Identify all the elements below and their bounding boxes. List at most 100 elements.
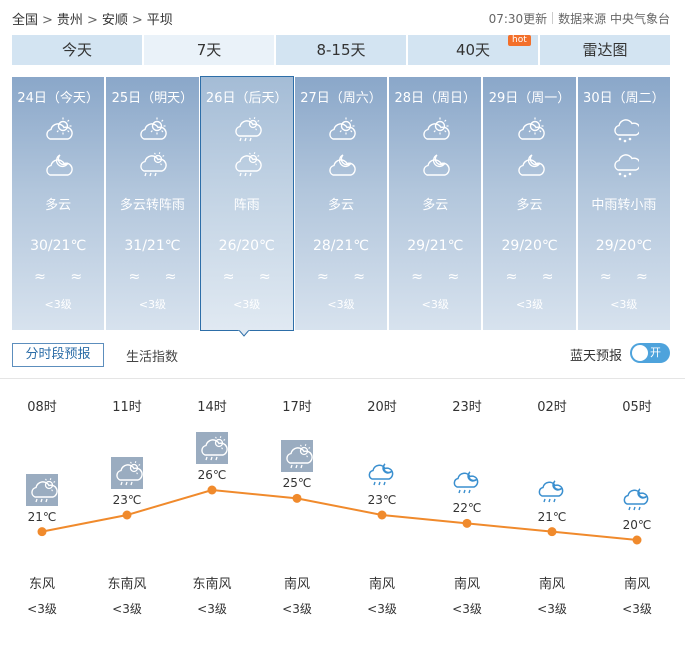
tab-radar[interactable]: 雷达图 — [540, 35, 670, 65]
temperature-label: 20℃ — [622, 518, 652, 532]
active-day-pointer — [238, 329, 250, 337]
hourly-forecast: 08时 21℃ 东风 <3级 11时 23℃ 东南风 <3级 14时 26℃ 东南风 <3级 17时 25… — [0, 380, 685, 647]
day-temp: 29/20℃ — [501, 238, 558, 254]
temperature-point — [547, 527, 557, 537]
shower-day-icon — [111, 457, 143, 489]
wind-direction: 南风 — [368, 577, 395, 592]
partly-cloudy-icon — [329, 117, 356, 140]
wind-icon: ≈ ≈ — [222, 269, 281, 285]
rain-icon — [614, 119, 639, 143]
shower-day-icon — [281, 440, 313, 473]
temperature-label: 21℃ — [27, 509, 57, 524]
tab-8-15days[interactable]: 8-15天 — [276, 35, 406, 65]
day-weather: 多云 — [327, 198, 354, 213]
day-weather: 中雨转小雨 — [591, 198, 657, 213]
tab-label: 40天 — [455, 41, 491, 59]
day-weather: 多云 — [422, 198, 449, 213]
wind-level: <3级 — [27, 602, 57, 616]
day-card[interactable]: 25日（明天） 多云转阵雨 31/21℃ ≈ ≈ <3级 — [106, 77, 199, 330]
day-date: 27日（周六） — [300, 91, 382, 106]
wind-level: <3级 — [112, 602, 142, 616]
temperature-label: 26℃ — [197, 468, 227, 482]
cloudy-night-icon — [423, 154, 451, 176]
cloudy-night-icon — [329, 154, 356, 176]
tab-7days[interactable]: 7天 — [144, 35, 274, 65]
hour-label: 02时 — [537, 400, 567, 415]
temperature-point — [292, 493, 302, 503]
cloudy-night-icon — [46, 154, 73, 176]
hourly-forecast-tab[interactable]: 分时段预报 — [12, 343, 104, 367]
wind-icon: ≈ ≈ — [128, 269, 187, 285]
top-bar: 全国 > 贵州 > 安顺 > 平坝 07:30更新 数据来源 中央气象台 — [12, 9, 672, 31]
day-weather: 阵雨 — [233, 198, 260, 213]
day-temp: 31/21℃ — [124, 238, 181, 254]
sub-tabs: 分时段预报 生活指数 蓝天预报 开 — [12, 343, 670, 369]
day-weather: 多云转阵雨 — [119, 198, 185, 213]
wind-level: <3级 — [138, 298, 167, 311]
wind-level: <3级 — [421, 298, 449, 311]
shower-night-icon — [623, 488, 649, 511]
wind-direction: 南风 — [283, 577, 310, 592]
partly-cloudy-icon — [423, 117, 451, 140]
day-card[interactable]: 27日（周六） 多云 28/21℃ ≈ ≈ <3级 — [294, 77, 388, 330]
toggle-knob — [632, 345, 648, 361]
temperature-point — [377, 510, 387, 520]
partly-cloudy-icon — [140, 117, 168, 140]
day-card[interactable]: 26日（后天） 阵雨 26/20℃ ≈ ≈ <3级 — [199, 76, 294, 331]
wind-level: <3级 — [44, 298, 72, 311]
divider — [552, 12, 554, 24]
day-card[interactable]: 30日（周二） 中雨转小雨 29/20℃ ≈ ≈ <3级 — [577, 77, 670, 330]
hour-label: 05时 — [622, 400, 652, 415]
wind-icon: ≈ ≈ — [505, 269, 564, 285]
shower-night-icon — [453, 471, 479, 494]
temperature-point — [632, 535, 642, 545]
wind-level: <3级 — [327, 298, 355, 311]
day-date: 26日（后天） — [205, 91, 288, 106]
wind-level: <3级 — [515, 298, 544, 311]
rain-icon — [614, 154, 639, 178]
breadcrumb-item[interactable]: 安顺 — [102, 13, 128, 28]
breadcrumb-item[interactable]: 全国 — [12, 13, 38, 28]
life-index-tab[interactable]: 生活指数 — [126, 346, 178, 365]
bluesky-toggle[interactable]: 开 — [630, 343, 670, 363]
partly-cloudy-icon — [517, 117, 545, 140]
temperature-label: 25℃ — [282, 476, 312, 491]
day-date: 24日（今天） — [17, 91, 99, 106]
breadcrumb-separator: > — [86, 13, 98, 28]
temperature-label: 21℃ — [537, 509, 567, 524]
temperature-point — [207, 485, 217, 495]
shower-day-icon — [26, 473, 58, 506]
bluesky-label: 蓝天预报 — [569, 349, 622, 364]
day-card[interactable]: 28日（周日） 多云 29/21℃ ≈ ≈ <3级 — [389, 77, 482, 330]
hour-label: 23时 — [452, 400, 482, 415]
shower-day-icon — [196, 432, 228, 464]
day-date: 25日（明天） — [111, 91, 194, 106]
breadcrumb-separator: > — [42, 13, 53, 28]
update-meta: 07:30更新 数据来源 中央气象台 — [489, 10, 670, 27]
tab-40days[interactable]: 40天 hot — [408, 35, 538, 65]
day-card[interactable]: 29日（周一） 多云 29/20℃ ≈ ≈ <3级 — [483, 77, 576, 330]
shower-icon — [234, 152, 262, 177]
wind-level: <3级 — [537, 602, 567, 616]
tab-today[interactable]: 今天 — [12, 35, 142, 65]
partly-cloudy-icon — [46, 117, 73, 140]
day-date: 28日（周日） — [394, 91, 477, 106]
shower-night-icon — [368, 463, 394, 486]
hour-label: 08时 — [27, 400, 57, 415]
wind-level: <3级 — [197, 602, 227, 616]
day-card[interactable]: 24日（今天） 多云 30/21℃ ≈ ≈ <3级 — [12, 77, 105, 330]
wind-level: <3级 — [233, 298, 261, 311]
shower-night-icon — [538, 480, 564, 502]
hot-badge: hot — [508, 35, 531, 46]
data-source: 数据来源 中央气象台 — [558, 12, 670, 26]
shower-icon — [234, 117, 262, 142]
forecast-tabs: 今天 7天 8-15天 40天 hot 雷达图 — [12, 35, 670, 65]
update-time: 07:30更新 — [488, 12, 548, 26]
wind-icon: ≈ ≈ — [34, 269, 93, 285]
hour-label: 11时 — [112, 400, 142, 415]
breadcrumb-item[interactable]: 贵州 — [57, 13, 83, 28]
wind-level: <3级 — [282, 602, 312, 616]
shower-icon — [140, 152, 168, 177]
day-date: 29日（周一） — [488, 91, 571, 106]
daily-forecast: 24日（今天） 多云 30/21℃ ≈ ≈ <3级 25日（明天） 多云转阵雨 31/21℃ ≈… — [12, 76, 670, 331]
